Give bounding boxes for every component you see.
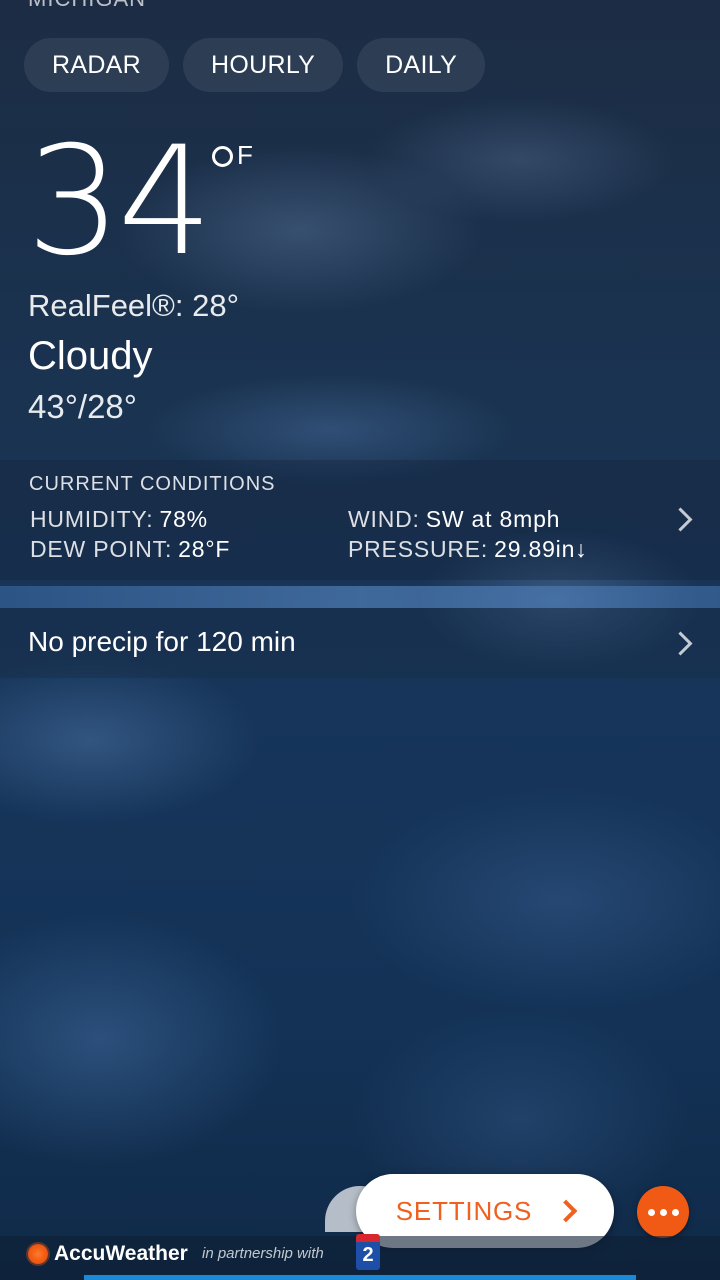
wind-row: WIND: SW at 8mph [348,506,560,533]
dew-point-row: DEW POINT: 28°F [30,536,230,563]
partner-text: in partnership with [202,1245,324,1262]
accuweather-sun-icon [28,1244,48,1264]
tv-logo-top-stripe [356,1234,380,1242]
dew-point-label: DEW POINT: [30,536,173,562]
weather-condition: Cloudy [28,334,153,378]
view-tabs: RADAR HOURLY DAILY [24,38,499,92]
more-dots-icon [671,1208,679,1216]
dew-point-value: 28°F [178,536,231,562]
wind-value: SW at 8mph [425,506,561,532]
precip-forecast-text: No precip for 120 min [28,626,296,657]
humidity-value: 78% [159,506,208,532]
bottom-accent-bar [84,1275,636,1280]
current-conditions-title: CURRENT CONDITIONS [29,473,276,495]
tab-daily[interactable]: DAILY [357,38,486,92]
temperature-unit: F [212,140,253,171]
pressure-label: PRESSURE: [348,536,489,562]
tv-logo-number: 2 [362,1244,374,1266]
settings-label: SETTINGS [395,1195,533,1226]
tv-station-logo[interactable]: 2 [356,1234,380,1270]
precip-divider-band [0,586,720,608]
humidity-label: HUMIDITY: [30,506,154,532]
more-dots-icon [647,1208,655,1216]
current-temperature: 34 [26,115,213,289]
weather-screen: MICHIGAN RADAR HOURLY DAILY 34 F RealFee… [0,0,720,1280]
pressure-value: 29.89in↓ [494,536,588,562]
chevron-right-icon [554,1199,578,1223]
unit-label: F [237,140,253,170]
high-low-temperature: 43°/28° [28,388,137,425]
wind-label: WIND: [348,506,420,532]
more-dots-icon [659,1208,667,1216]
realfeel-temperature: RealFeel®: 28° [28,288,240,323]
brand-name[interactable]: AccuWeather [54,1242,188,1266]
more-options-button[interactable] [637,1186,689,1238]
degree-icon [212,146,233,167]
pressure-row: PRESSURE: 29.89in↓ [348,536,587,563]
tab-radar[interactable]: RADAR [24,38,170,92]
tab-hourly[interactable]: HOURLY [183,38,344,92]
humidity-row: HUMIDITY: 78% [30,506,208,533]
location-name-cut: MICHIGAN [28,0,146,12]
